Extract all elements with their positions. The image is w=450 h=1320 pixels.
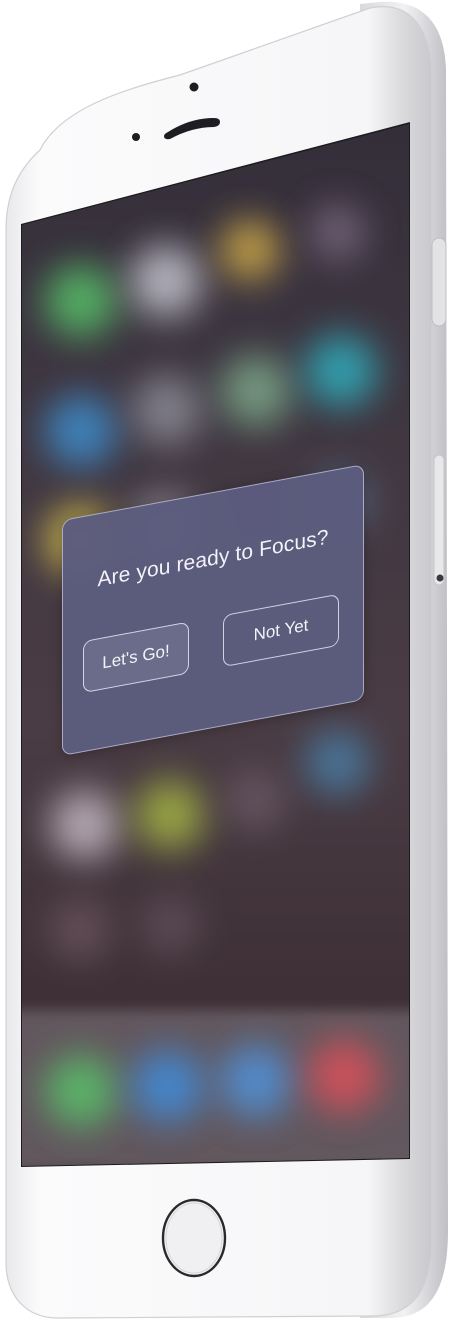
side-button-icon[interactable]	[433, 454, 445, 586]
app-icon	[220, 220, 280, 280]
app-icon	[140, 895, 200, 955]
phone-device: Are you ready to Focus? Let's Go! Not Ye…	[0, 0, 450, 1320]
app-icon	[310, 205, 365, 260]
front-camera-icon	[189, 82, 199, 92]
dialog-title: Are you ready to Focus?	[97, 525, 329, 592]
earpiece-speaker-icon	[164, 118, 220, 140]
app-icon	[132, 375, 202, 445]
dock-app-icon	[45, 1055, 117, 1127]
app-icon	[50, 790, 120, 860]
dock-app-icon	[132, 1050, 204, 1122]
app-icon	[225, 770, 285, 830]
app-icon	[135, 780, 205, 850]
app-icon	[220, 355, 292, 427]
app-icon	[305, 335, 377, 407]
home-button-icon[interactable]	[150, 1190, 240, 1290]
app-icon	[130, 245, 202, 317]
app-icon	[45, 395, 117, 467]
volume-button-icon[interactable]	[431, 237, 447, 327]
proximity-sensor-icon	[132, 133, 140, 141]
app-icon	[50, 900, 110, 960]
not-yet-button[interactable]: Not Yet	[223, 593, 339, 668]
dock-app-icon	[308, 1040, 380, 1112]
app-icon	[45, 265, 117, 337]
app-icon	[305, 730, 370, 795]
lets-go-button[interactable]: Let's Go!	[83, 621, 189, 694]
dock-app-icon	[220, 1045, 292, 1117]
